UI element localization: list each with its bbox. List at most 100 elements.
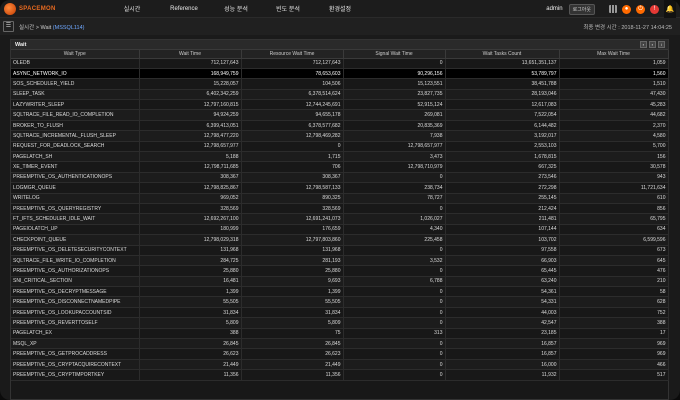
nav-item-settings[interactable]: 환경설정: [314, 4, 366, 13]
cell-value: 38,451,788: [445, 78, 560, 90]
table-row[interactable]: CHECKPOINT_QUEUE 12,798,029,318 12,797,803…: [11, 234, 669, 246]
table-row[interactable]: PREEMPTIVE_OS_DELETESECURITYCONTEXT 131,9…: [11, 245, 669, 256]
nav-item-realtime[interactable]: 실시간: [106, 4, 158, 13]
cell-wait-type: SOS_SCHEDULER_YIELD: [11, 78, 140, 90]
cell-value: 17: [559, 328, 669, 340]
export-icon[interactable]: ▪: [649, 41, 656, 48]
cell-value: 308,367: [139, 172, 242, 184]
cell-value: 2,553,103: [445, 141, 560, 153]
power-icon[interactable]: ⏻: [636, 4, 645, 14]
cell-value: 328,569: [241, 203, 344, 215]
cell-wait-type: ASYNC_NETWORK_IO: [11, 68, 140, 80]
table-row[interactable]: SQLTRACE_INCREMENTAL_FLUSH_SLEEP 12,798,4…: [11, 130, 669, 142]
user-icon[interactable]: ●: [622, 4, 631, 14]
cell-value: 156: [559, 151, 669, 163]
cell-value: 0: [343, 296, 446, 308]
cell-wait-type: PAGELATCH_SH: [11, 151, 140, 163]
table-row[interactable]: PREEMPTIVE_OS_CRYPTACQUIRECONTEXT 21,449 2…: [11, 359, 669, 371]
cell-value: 107,144: [445, 224, 560, 236]
logo[interactable]: SPACEMON: [4, 0, 70, 18]
cell-value: 16,857: [445, 348, 560, 360]
table-row[interactable]: PREEMPTIVE_OS_CRYPTIMPORTKEY 11,356 11,356…: [11, 369, 669, 381]
table-row[interactable]: SNI_CRITICAL_SECTION 16,481 9,693 6,788 63,2…: [11, 276, 669, 288]
table-row[interactable]: PREEMPTIVE_OS_GETPROCADDRESS 26,623 26,623…: [11, 348, 669, 360]
table-row[interactable]: PREEMPTIVE_OS_AUTHENTICATIONOPS 308,367 30…: [11, 172, 669, 184]
table-row[interactable]: REQUEST_FOR_DEADLOCK_SEARCH 12,798,657,97…: [11, 141, 669, 153]
table-row[interactable]: SQLTRACE_FILE_READ_IO_COMPLETION 94,924,2…: [11, 109, 669, 121]
table-row[interactable]: LAZYWRITER_SLEEP 12,797,160,815 12,744,245…: [11, 99, 669, 111]
cell-value: 55,505: [139, 296, 242, 308]
column-header-wait-tasks-count[interactable]: Wait Tasks Count: [445, 50, 560, 59]
table-row[interactable]: PREEMPTIVE_OS_AUTHORIZATIONOPS 25,880 25,8…: [11, 265, 669, 277]
cell-value: 5,700: [559, 141, 669, 153]
save-icon[interactable]: ▪: [640, 41, 647, 48]
cell-value: 16,481: [139, 276, 242, 288]
table-row[interactable]: MSQL_XP 26,845 26,845 0 16,857 969: [11, 338, 669, 350]
cell-value: 13,651,351,137: [445, 58, 560, 69]
cell-value: 54,361: [445, 286, 560, 298]
cell-wait-type: SQLTRACE_INCREMENTAL_FLUSH_SLEEP: [11, 130, 140, 142]
grid-icon[interactable]: [609, 5, 617, 13]
table-row[interactable]: BROKER_TO_FLUSH 6,399,413,051 6,378,577,68…: [11, 120, 669, 132]
cell-value: 273,546: [445, 172, 560, 184]
info-icon[interactable]: i: [658, 41, 665, 48]
column-header-resource-wait-time[interactable]: Resource Wait Time: [241, 50, 344, 59]
menu-toggle-icon[interactable]: ☰: [3, 21, 14, 32]
cell-value: 12,744,245,691: [241, 99, 344, 111]
cell-value: 752: [559, 307, 669, 319]
nav-item-reference[interactable]: Reference: [158, 6, 210, 12]
cell-wait-type: SLEEP_TASK: [11, 89, 140, 101]
table-row[interactable]: SLEEP_TASK 6,402,342,259 6,378,514,624 23,8…: [11, 89, 669, 101]
logo-mark-icon: [4, 2, 16, 15]
cell-value: 104,506: [241, 78, 344, 90]
top-navigation-bar: SPACEMON 실시간 Reference 성능 분석 빈도 분석 환경설정 …: [0, 0, 680, 18]
table-row[interactable]: PREEMPTIVE_OS_QUERYREGISTRY 328,569 328,56…: [11, 203, 669, 215]
cell-value: 4,340: [343, 224, 446, 236]
table-row[interactable]: WRITELOG 969,052 890,325 78,727 255,145 610: [11, 193, 669, 204]
cell-value: 66,903: [445, 255, 560, 267]
cell-value: 281,193: [241, 255, 344, 267]
table-row[interactable]: LOGMGR_QUEUE 12,798,825,867 12,798,587,133…: [11, 182, 669, 194]
cell-value: 52,915,124: [343, 99, 446, 111]
table-row[interactable]: PAGELATCH_SH 5,188 1,715 3,473 1,678,815 156: [11, 151, 669, 163]
logo-text: SPACEMON: [19, 5, 56, 12]
bell-icon[interactable]: 🔔: [664, 0, 676, 18]
column-header-wait-time[interactable]: Wait Time: [139, 50, 242, 59]
cell-value: 28,193,046: [445, 89, 560, 101]
column-header-wait-type[interactable]: Wait Type: [11, 50, 140, 59]
cell-wait-type: SNI_CRITICAL_SECTION: [11, 276, 140, 288]
cell-wait-type: PREEMPTIVE_OS_DISCONNECTNAMEDPIPE: [11, 296, 140, 308]
cell-wait-type: LOGMGR_QUEUE: [11, 182, 140, 194]
panel-title: Wait: [15, 41, 27, 48]
column-header-signal-wait-time[interactable]: Signal Wait Time: [343, 50, 446, 59]
cell-wait-type: WRITELOG: [11, 193, 140, 204]
table-row[interactable]: SOS_SCHEDULER_YIELD 15,228,057 104,506 15,1…: [11, 78, 669, 90]
breadcrumb-root[interactable]: 실시간: [19, 25, 34, 31]
table-row[interactable]: PREEMPTIVE_OS_DISCONNECTNAMEDPIPE 55,505 5…: [11, 296, 669, 308]
cell-wait-type: CHECKPOINT_QUEUE: [11, 234, 140, 246]
cell-value: 517: [559, 369, 669, 381]
table-row[interactable]: OLEDB 712,127,643 712,127,643 0 13,651,351,1…: [11, 58, 669, 69]
cell-wait-type: PREEMPTIVE_OS_CRYPTIMPORTKEY: [11, 369, 140, 381]
breadcrumb-section: Wait: [40, 24, 52, 31]
table-row[interactable]: XE_TIMER_EVENT 12,798,711,685 706 12,798,71…: [11, 161, 669, 173]
table-row[interactable]: PREEMPTIVE_OS_LOOKUPACCOUNTSID 31,834 31,8…: [11, 307, 669, 319]
table-row[interactable]: PAGELATCH_EX 388 75 313 23,185 17: [11, 328, 669, 340]
cell-value: 25,880: [241, 265, 344, 277]
cell-wait-type: PREEMPTIVE_OS_DELETESECURITYCONTEXT: [11, 245, 140, 256]
nav-item-frequency-analysis[interactable]: 빈도 분석: [262, 4, 314, 13]
table-row[interactable]: PREEMPTIVE_OS_REVERTTOSELF 5,809 5,809 0 42,…: [11, 317, 669, 329]
nav-item-performance-analysis[interactable]: 성능 분석: [210, 4, 262, 13]
table-row[interactable]: PAGEIOLATCH_UP 180,999 176,659 4,340 107,144…: [11, 224, 669, 236]
table-row[interactable]: FT_IFTS_SCHEDULER_IDLE_WAIT 12,692,267,10…: [11, 213, 669, 225]
table-row[interactable]: ASYNC_NETWORK_IO 168,949,759 78,653,603 90,…: [11, 68, 669, 80]
column-header-max-wait-time[interactable]: Max Wait Time: [559, 50, 669, 59]
table-row[interactable]: PREEMPTIVE_OS_DECRYPTMESSAGE 1,399 1,399 0 5…: [11, 286, 669, 298]
alert-icon[interactable]: !: [650, 4, 659, 14]
table-row[interactable]: SQLTRACE_FILE_WRITE_IO_COMPLETION 284,725…: [11, 255, 669, 267]
cell-value: 11,356: [241, 369, 344, 381]
cell-value: 16,000: [445, 359, 560, 371]
logout-button[interactable]: 로그아웃: [568, 3, 595, 15]
cell-value: 12,797,160,815: [139, 99, 242, 111]
cell-value: 6,399,413,051: [139, 120, 242, 132]
